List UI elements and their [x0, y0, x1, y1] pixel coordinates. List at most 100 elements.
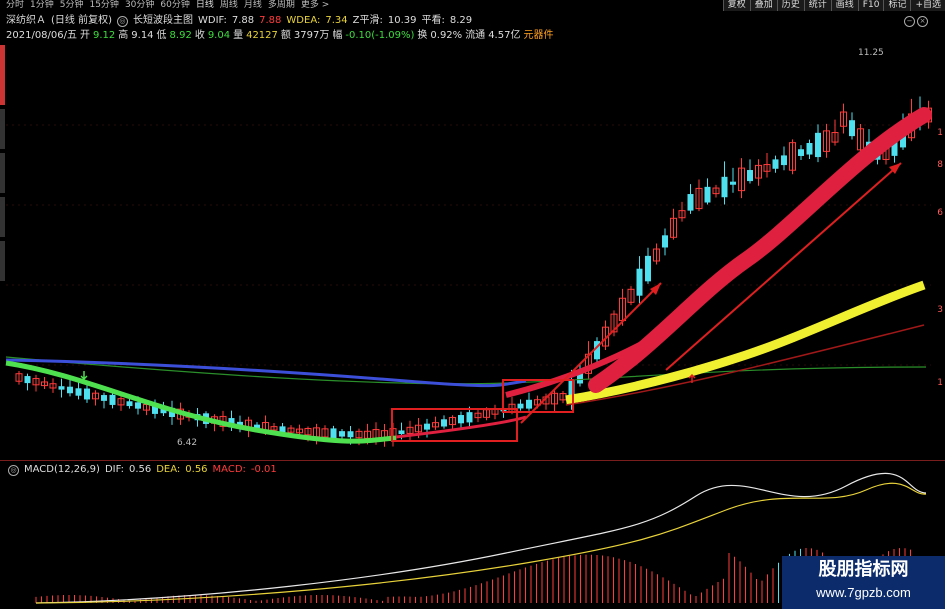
- period-toolbar: 分时 1分钟 5分钟 15分钟 30分钟 60分钟 日线 周线 月线 多周期 更…: [6, 0, 329, 11]
- macd-settings-icon[interactable]: ◎: [8, 465, 19, 476]
- period-tab-weekly[interactable]: 周线: [220, 0, 238, 11]
- period-tab-multi[interactable]: 多周期: [268, 0, 295, 11]
- avg-value: 8.29: [449, 15, 473, 26]
- candlestick-series: [15, 96, 932, 447]
- indicator-name[interactable]: 长短波段主图: [133, 15, 193, 27]
- quote-date: 2021/08/06/五: [6, 30, 78, 41]
- candle-down: [526, 399, 532, 409]
- candle-down: [84, 388, 90, 400]
- period-tab-more[interactable]: 更多 >: [301, 0, 329, 11]
- candle-down: [109, 394, 116, 405]
- left-tab[interactable]: [0, 197, 5, 237]
- change-label: 幅: [332, 30, 343, 41]
- dif-value: 0.56: [128, 464, 152, 475]
- candle-down: [815, 132, 821, 158]
- period-tab-1min[interactable]: 1分钟: [30, 0, 54, 11]
- close-value: 9.04: [207, 30, 231, 41]
- candle-down: [458, 415, 464, 424]
- history-button[interactable]: 历史: [776, 0, 804, 11]
- ma-long-green-line: [5, 356, 927, 385]
- volume-label: 量: [233, 30, 244, 41]
- dea-label: DEA:: [156, 464, 181, 475]
- wdif-value: 7.88: [231, 15, 255, 26]
- quote-info-line: 2021/08/06/五 开 9.12 高 9.14 低 8.92 收 9.04 量 42…: [6, 30, 553, 42]
- period-tab-monthly[interactable]: 月线: [244, 0, 262, 11]
- high-label: 高: [118, 30, 129, 41]
- amount-value: 3797万: [293, 30, 330, 41]
- close-label: 收: [194, 30, 205, 41]
- f10-button[interactable]: F10: [857, 0, 884, 11]
- period-tab-daily[interactable]: 日线: [196, 0, 214, 11]
- period-tab-30min[interactable]: 30分钟: [125, 0, 154, 11]
- macd-title[interactable]: MACD(12,26,9): [24, 464, 100, 476]
- candle-down: [687, 194, 694, 211]
- candle-down: [747, 170, 753, 182]
- wdif-label: WDIF:: [197, 15, 227, 26]
- tool-buttons: 复权 叠加 历史 统计 画线 F10 标记 +自选: [722, 0, 945, 11]
- settings-circle-icon[interactable]: ◎: [116, 16, 128, 27]
- candle-down: [126, 401, 133, 407]
- low-value: 8.92: [169, 30, 192, 41]
- period-tab-15min[interactable]: 15分钟: [89, 0, 118, 11]
- close-circle-icon[interactable]: ×: [917, 16, 928, 27]
- candle-down: [798, 149, 804, 156]
- low-label: 低: [156, 30, 167, 41]
- left-tab[interactable]: [0, 45, 5, 105]
- macd-value: -0.01: [250, 464, 277, 475]
- add-watchlist-button[interactable]: +自选: [910, 0, 945, 11]
- candle-down: [730, 181, 736, 185]
- down-arrow-icon: [80, 371, 88, 381]
- turnover-value: 0.92%: [430, 30, 463, 41]
- candle-down: [662, 235, 668, 248]
- minimize-circle-icon[interactable]: −: [904, 16, 915, 27]
- sector-link[interactable]: 元器件: [523, 30, 553, 42]
- macd-info-line: ◎ MACD(12,26,9) DIF: 0.56 DEA: 0.56 MACD: -…: [8, 464, 277, 476]
- candle-down: [466, 412, 473, 423]
- stats-button[interactable]: 统计: [803, 0, 831, 11]
- candle-down: [517, 403, 524, 409]
- candle-down: [424, 423, 430, 430]
- left-tab[interactable]: [0, 153, 5, 193]
- dea-value: 0.56: [185, 464, 208, 475]
- dif-label: DIF:: [104, 464, 124, 475]
- amount-label: 额: [280, 30, 291, 41]
- left-tab-strip: [0, 45, 5, 375]
- kline-chart[interactable]: [5, 45, 936, 460]
- candle-down: [24, 376, 31, 384]
- candle-down: [339, 431, 345, 437]
- candle-down: [58, 386, 65, 390]
- float-label: 流通: [465, 30, 486, 41]
- candle-down: [347, 431, 354, 438]
- left-tab[interactable]: [0, 109, 5, 149]
- candle-down: [135, 402, 141, 409]
- adjust-button[interactable]: 复权: [722, 0, 750, 11]
- draw-line-button[interactable]: 画线: [830, 0, 858, 11]
- z-smooth-label: Z平滑:: [352, 15, 383, 26]
- turnover-label: 换: [417, 30, 428, 41]
- wdea-value: 7.34: [325, 15, 348, 26]
- left-tab[interactable]: [0, 241, 5, 281]
- candle-down: [772, 159, 779, 169]
- moving-average-lines: [5, 107, 932, 444]
- axis-tick: 1: [937, 128, 943, 138]
- period-tab-5min[interactable]: 5分钟: [60, 0, 84, 11]
- stock-name[interactable]: 深纺织Ａ: [6, 15, 46, 27]
- macd-label: MACD:: [212, 464, 246, 475]
- mark-button[interactable]: 标记: [883, 0, 911, 11]
- period-tab-timeshare[interactable]: 分时: [6, 0, 24, 11]
- macd-histogram: [35, 548, 911, 603]
- candle-down: [101, 395, 107, 401]
- candle-down: [67, 386, 73, 394]
- candle-down: [849, 120, 855, 137]
- chart-window: 分时 1分钟 5分钟 15分钟 30分钟 60分钟 日线 周线 月线 多周期 更…: [0, 0, 945, 609]
- high-value: 9.14: [131, 30, 154, 41]
- candle-down: [636, 268, 643, 296]
- candle-down: [279, 426, 286, 433]
- candle-down: [398, 430, 405, 435]
- period-tab-60min[interactable]: 60分钟: [160, 0, 189, 11]
- candle-down: [645, 255, 651, 282]
- z-smooth-value: 10.39: [387, 15, 417, 26]
- axis-tick: 1: [937, 378, 943, 388]
- axis-tick: 3: [937, 305, 943, 315]
- overlay-button[interactable]: 叠加: [749, 0, 777, 11]
